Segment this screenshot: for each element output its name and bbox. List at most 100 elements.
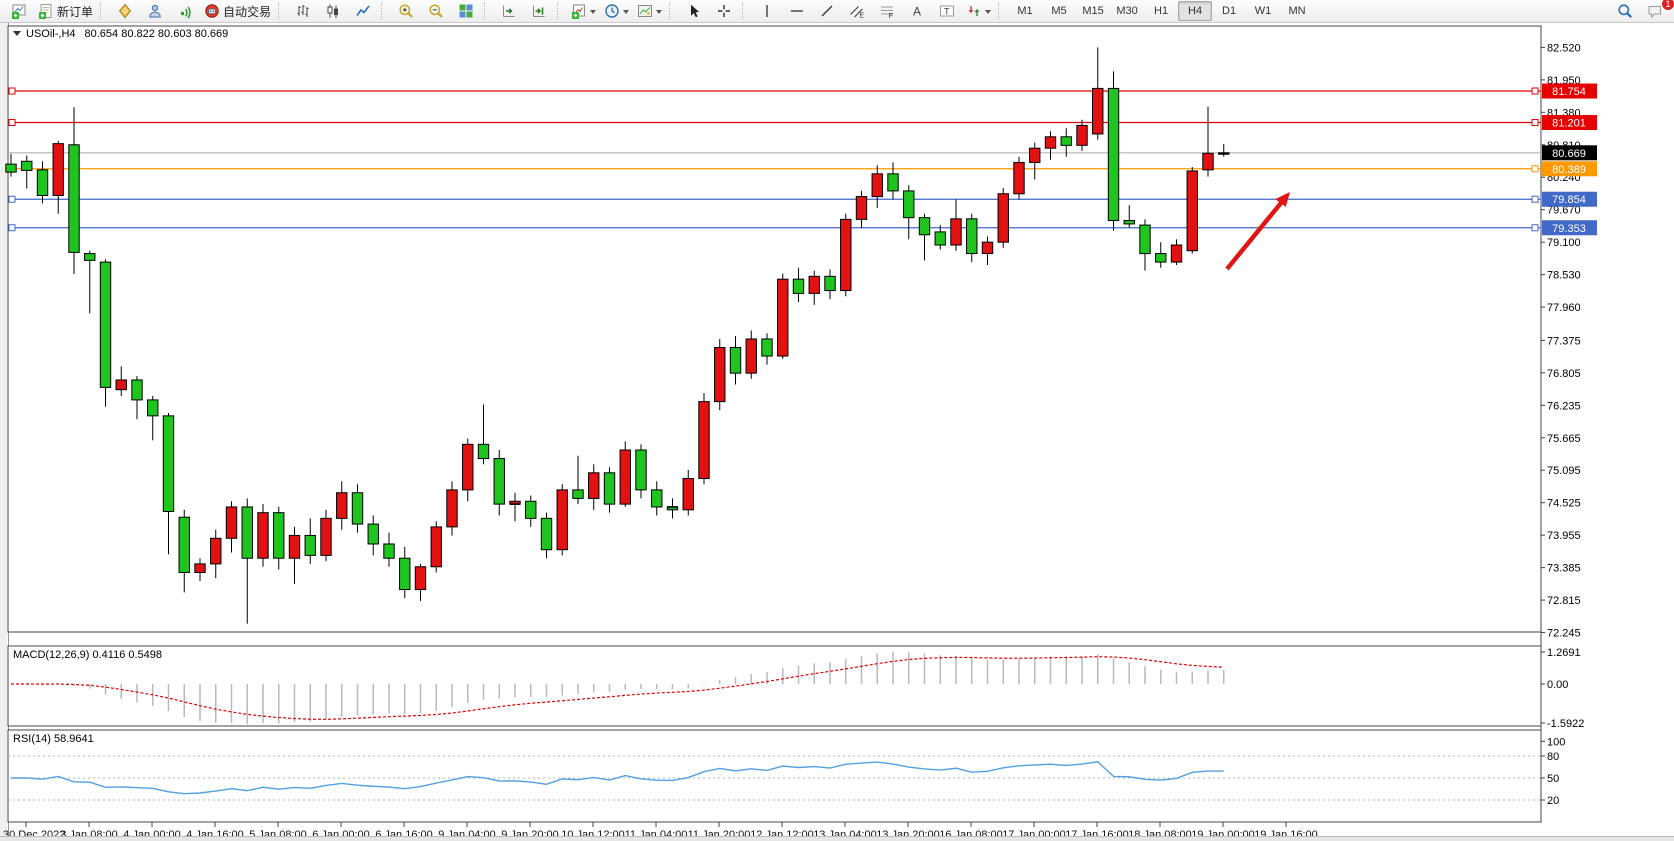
- candle-body: [1203, 153, 1213, 170]
- line-chart-icon: [355, 3, 371, 19]
- candle-body: [652, 490, 662, 507]
- main-chart-pane[interactable]: [8, 26, 1541, 632]
- timeframe-button-mn[interactable]: MN: [1280, 1, 1314, 21]
- line-handle-left-79.353[interactable]: [9, 225, 15, 231]
- signals-button[interactable]: [170, 0, 200, 22]
- macd-pane[interactable]: [8, 646, 1541, 726]
- candle-body: [841, 219, 851, 290]
- channel-button[interactable]: E: [842, 0, 872, 22]
- price-axis-label: 82.520: [1547, 42, 1581, 54]
- text-label-button[interactable]: T: [932, 0, 962, 22]
- macd-label-text: MACD(12,26,9): [13, 649, 89, 661]
- candle-body: [1171, 245, 1181, 262]
- template-button-caret-icon[interactable]: [656, 10, 662, 17]
- line-handle-left-81.754[interactable]: [9, 88, 15, 94]
- price-axis-label: 74.525: [1547, 498, 1581, 510]
- line-handle-right-81.201[interactable]: [1532, 120, 1538, 126]
- tile-windows-button[interactable]: [451, 0, 481, 22]
- period-button-caret-icon[interactable]: [623, 10, 629, 17]
- price-axis[interactable]: 82.52081.95081.38080.81080.24079.67079.1…: [1541, 42, 1581, 639]
- arrows-button-caret-icon[interactable]: [985, 10, 991, 17]
- autotrading-button[interactable]: 自动交易: [200, 0, 275, 22]
- add-indicator-button[interactable]: [567, 0, 600, 22]
- rsi-axis-label: 100: [1547, 736, 1565, 748]
- candle-body: [1045, 137, 1055, 148]
- rsi-indicator-label: RSI(14) 58.9641: [13, 733, 94, 745]
- chart-window[interactable]: 82.52081.95081.38080.81080.24079.67079.1…: [0, 23, 1674, 841]
- rsi-axis-label: 80: [1547, 751, 1559, 763]
- timeframe-button-d1[interactable]: D1: [1212, 1, 1246, 21]
- line-handle-right-81.754[interactable]: [1532, 88, 1538, 94]
- auto-scroll-button[interactable]: [494, 0, 524, 22]
- chart-canvas[interactable]: 82.52081.95081.38080.81080.24079.67079.1…: [0, 23, 1674, 841]
- search-button[interactable]: [1610, 0, 1640, 22]
- add-indicator-button-caret-icon[interactable]: [590, 10, 596, 17]
- candle-body: [37, 170, 47, 196]
- price-tag-81.201: 81.201: [1542, 115, 1597, 130]
- rsi-axis-label: 50: [1547, 773, 1559, 785]
- horizontal-line-button[interactable]: [782, 0, 812, 22]
- fibonacci-icon: F: [879, 3, 895, 19]
- price-axis-label: 72.245: [1547, 628, 1581, 640]
- candle-body: [1156, 254, 1166, 263]
- candle-body: [589, 473, 599, 499]
- text-label-icon: T: [939, 3, 955, 19]
- candle-body: [620, 450, 630, 504]
- candle-body: [919, 218, 929, 235]
- notifications-button[interactable]: 1: [1640, 0, 1670, 22]
- candle-body: [636, 450, 646, 490]
- candle-body: [982, 242, 992, 253]
- bar-chart-button[interactable]: [288, 0, 318, 22]
- line-handle-right-79.854[interactable]: [1532, 196, 1538, 202]
- macd-axis-label: 0.00: [1547, 679, 1568, 691]
- candle-body: [1077, 125, 1087, 145]
- template-icon: [637, 3, 653, 19]
- candle-body: [809, 276, 819, 293]
- rsi-pane[interactable]: [8, 730, 1541, 822]
- timeframe-button-w1[interactable]: W1: [1246, 1, 1280, 21]
- marketwatch-button[interactable]: [110, 0, 140, 22]
- window-bottom-edge: [0, 836, 1674, 841]
- candle-body: [242, 507, 252, 558]
- new-chart-button[interactable]: [4, 0, 34, 22]
- line-handle-right-79.353[interactable]: [1532, 225, 1538, 231]
- vertical-line-button[interactable]: [752, 0, 782, 22]
- timeframe-button-m1[interactable]: M1: [1008, 1, 1042, 21]
- svg-text:E: E: [860, 13, 865, 20]
- template-button[interactable]: [633, 0, 666, 22]
- profile-button[interactable]: [140, 0, 170, 22]
- period-button[interactable]: [600, 0, 633, 22]
- svg-text:A: A: [913, 5, 921, 19]
- chart-symbol-row: USOil-,H4 80.654 80.822 80.603 80.669: [13, 28, 228, 40]
- candle-body: [352, 493, 362, 524]
- candle-body: [305, 535, 315, 555]
- line-handle-left-79.854[interactable]: [9, 196, 15, 202]
- chart-shift-button[interactable]: [524, 0, 554, 22]
- zoom-out-button[interactable]: [421, 0, 451, 22]
- rsi-value: 58.9641: [54, 733, 94, 745]
- candle-body: [85, 254, 95, 261]
- line-handle-left-81.201[interactable]: [9, 120, 15, 126]
- timeframe-button-h1[interactable]: H1: [1144, 1, 1178, 21]
- price-tag-79.854: 79.854: [1542, 192, 1597, 207]
- arrows-button[interactable]: [962, 0, 995, 22]
- price-axis-label: 76.235: [1547, 400, 1581, 412]
- timeframe-button-m5[interactable]: M5: [1042, 1, 1076, 21]
- trendline-button[interactable]: [812, 0, 842, 22]
- fibonacci-button[interactable]: F: [872, 0, 902, 22]
- candle-chart-button[interactable]: [318, 0, 348, 22]
- line-handle-right-80.389[interactable]: [1532, 166, 1538, 172]
- toolbar-separator: [557, 3, 564, 19]
- symbol-dropdown-icon[interactable]: [13, 31, 21, 40]
- line-chart-button[interactable]: [348, 0, 378, 22]
- new-order-button[interactable]: 新订单: [34, 0, 97, 22]
- macd-main-value: 0.4116: [92, 649, 125, 661]
- auto-scroll-icon: [501, 3, 517, 19]
- timeframe-button-m30[interactable]: M30: [1110, 1, 1144, 21]
- timeframe-button-h4[interactable]: H4: [1178, 1, 1212, 21]
- timeframe-button-m15[interactable]: M15: [1076, 1, 1110, 21]
- crosshair-button[interactable]: [709, 0, 739, 22]
- zoom-in-button[interactable]: [391, 0, 421, 22]
- cursor-button[interactable]: [679, 0, 709, 22]
- text-button[interactable]: A: [902, 0, 932, 22]
